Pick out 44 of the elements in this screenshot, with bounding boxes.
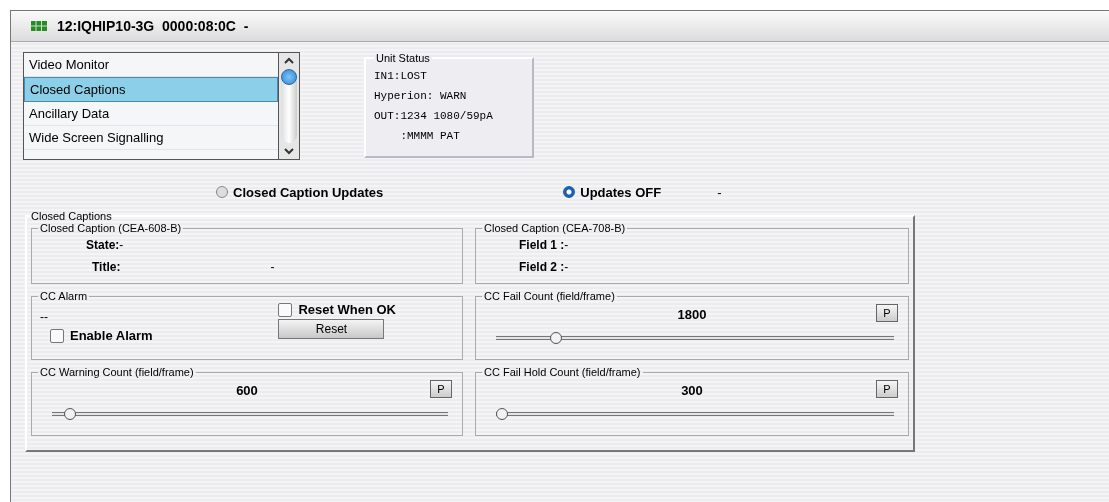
group-title: CC Fail Hold Count (field/frame) [483, 366, 642, 378]
alarm-status: -- [39, 309, 49, 324]
status-line: OUT:1234 1080/59pA [374, 109, 494, 124]
list-item[interactable]: Closed Captions [24, 77, 278, 102]
scroll-thumb[interactable] [281, 69, 297, 85]
title-label: Title: [92, 260, 121, 274]
title-value: - [270, 260, 275, 274]
enable-alarm-checkbox[interactable]: Enable Alarm [38, 328, 153, 343]
list-item[interactable]: Wide Screen Signalling [24, 126, 278, 150]
field-label: Field 1 : [519, 238, 565, 252]
count-value: 300 [681, 382, 703, 398]
slider-thumb[interactable] [550, 332, 563, 344]
field-value: - [564, 238, 569, 252]
update-status: - [717, 184, 722, 200]
status-line: :MMMM PAT [399, 129, 461, 144]
state-label: State: [86, 238, 120, 252]
scrollbar[interactable] [278, 53, 299, 159]
reset-when-ok-checkbox[interactable]: Reset When OK [278, 302, 396, 317]
field-value: - [564, 260, 569, 274]
group-title: CC Alarm [39, 290, 89, 302]
group-title: Closed Caption (CEA-608-B) [39, 222, 183, 234]
group-title: Closed Caption (CEA-708-B) [483, 222, 627, 234]
status-line: IN1:LOST [374, 69, 428, 84]
panel-title: Closed Captions [31, 210, 112, 222]
radio-option[interactable]: Closed Caption Updates [216, 184, 384, 200]
preset-button[interactable]: P [430, 380, 452, 398]
slider-thumb[interactable] [496, 408, 508, 420]
group-title: CC Warning Count (field/frame) [39, 366, 195, 378]
slider-track[interactable] [496, 408, 894, 420]
grid-icon [31, 21, 47, 31]
state-value: - [119, 238, 124, 252]
reset-button[interactable]: Reset [278, 319, 385, 339]
status-line: Hyperion: WARN [374, 89, 468, 104]
radio-option[interactable]: Updates OFF [563, 184, 662, 200]
count-value: 600 [236, 382, 258, 398]
list-item[interactable]: Ancillary Data [24, 102, 278, 126]
field-label: Field 2 : [519, 260, 565, 274]
panel-title: Unit Status [375, 52, 431, 64]
slider-thumb[interactable] [63, 408, 76, 420]
group-title: CC Fail Count (field/frame) [483, 290, 616, 302]
window-title: 12:IQHIP10-3G 0000:08:0C - [57, 18, 249, 34]
preset-button[interactable]: P [876, 304, 898, 322]
count-value: 1800 [677, 306, 707, 322]
preset-button[interactable]: P [876, 380, 898, 398]
